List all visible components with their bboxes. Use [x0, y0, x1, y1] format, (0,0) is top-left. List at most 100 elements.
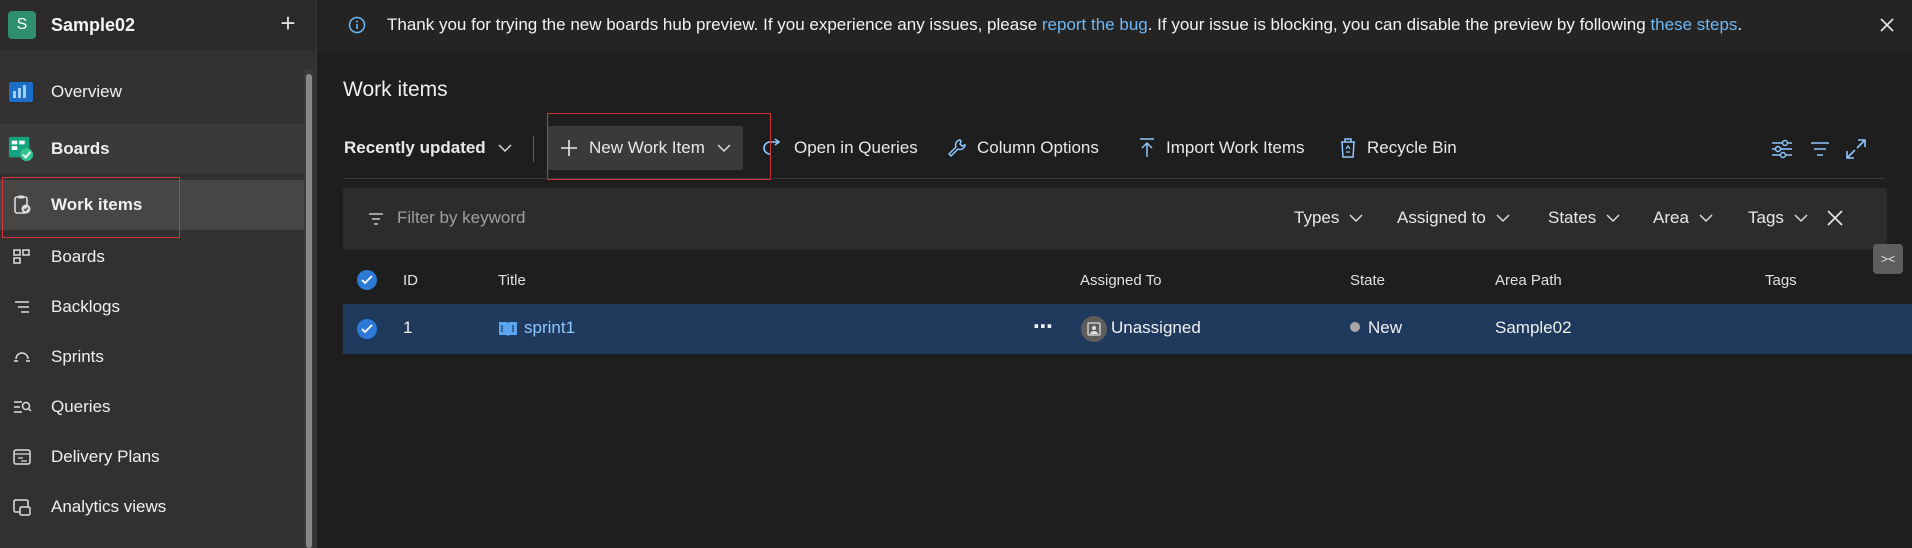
assigned-filter-label: Assigned to	[1397, 208, 1486, 227]
nav-sprints[interactable]: Sprints	[0, 332, 304, 382]
column-header-id[interactable]: ID	[403, 272, 418, 289]
import-icon	[1140, 138, 1154, 157]
these-steps-link[interactable]: these steps	[1650, 15, 1737, 34]
toolbar-divider	[533, 136, 534, 162]
column-header-state[interactable]: State	[1350, 272, 1385, 289]
wrench-icon	[947, 139, 966, 158]
view-selector[interactable]: Recently updated	[344, 126, 512, 170]
preview-banner: Thank you for trying the new boards hub …	[318, 0, 1912, 52]
open-in-queries-button[interactable]: Open in Queries	[762, 126, 918, 170]
column-options-label: Column Options	[977, 138, 1099, 157]
table-row[interactable]: 1 sprint1 ⋯ Unassigned New Sample02	[343, 304, 1912, 354]
import-work-items-button[interactable]: Import Work Items	[1138, 126, 1305, 170]
nav-analytics-views-label: Analytics views	[51, 497, 167, 516]
overview-icon	[8, 79, 34, 105]
project-header[interactable]: S Sample02	[0, 0, 316, 50]
work-item-title-link[interactable]: sprint1	[524, 318, 575, 338]
nav-delivery-plans[interactable]: Delivery Plans	[0, 432, 304, 482]
column-header-tags[interactable]: Tags	[1765, 272, 1797, 289]
state-dot	[1350, 322, 1360, 332]
column-header-assigned-to[interactable]: Assigned To	[1080, 272, 1161, 289]
nav-delivery-plans-label: Delivery Plans	[51, 447, 160, 466]
recycle-bin-button[interactable]: Recycle Bin	[1339, 126, 1457, 170]
clear-filters-icon[interactable]	[1825, 208, 1845, 228]
nav-overview[interactable]: Overview	[0, 67, 304, 117]
row-id: 1	[403, 318, 413, 337]
left-navigation: S Sample02 + Overview Boards Work items …	[0, 0, 317, 548]
plus-icon	[561, 140, 577, 156]
backlogs-icon	[12, 297, 32, 317]
banner-text-2: . If your issue is blocking, you can dis…	[1147, 15, 1651, 34]
tags-filter-dropdown[interactable]: Tags	[1748, 208, 1808, 228]
row-checkbox[interactable]	[357, 319, 377, 339]
filter-icon[interactable]	[1807, 136, 1833, 162]
expand-icon[interactable]	[1843, 136, 1869, 162]
checkmark-icon	[361, 324, 373, 334]
open-queries-icon	[763, 138, 781, 155]
banner-text-3: .	[1737, 15, 1743, 34]
assigned-to-filter-dropdown[interactable]: Assigned to	[1397, 208, 1510, 228]
nav-backlogs[interactable]: Backlogs	[0, 282, 304, 332]
import-work-items-label: Import Work Items	[1166, 138, 1305, 157]
new-work-item-button[interactable]: New Work Item	[547, 126, 743, 170]
toolbar: Recently updated New Work Item Open in Q…	[343, 126, 1893, 170]
project-avatar: S	[8, 11, 36, 39]
open-in-queries-label: Open in Queries	[794, 138, 918, 157]
chevron-down-icon	[498, 144, 512, 153]
row-state: New	[1350, 318, 1402, 338]
banner-message: Thank you for trying the new boards hub …	[387, 15, 1742, 35]
select-all-checkbox[interactable]	[357, 270, 377, 290]
info-icon	[348, 16, 366, 34]
column-options-button[interactable]: Column Options	[947, 126, 1099, 170]
analytics-views-icon	[12, 497, 32, 517]
boards-hub-icon	[8, 136, 34, 162]
types-filter-dropdown[interactable]: Types	[1294, 208, 1363, 228]
states-filter-label: States	[1548, 208, 1597, 227]
filter-bar: Types Assigned to States Area Tags	[343, 188, 1887, 250]
nav-work-items[interactable]: Work items	[0, 180, 304, 230]
recycle-bin-icon	[1341, 138, 1355, 158]
states-filter-dropdown[interactable]: States	[1548, 208, 1620, 228]
chevron-down-icon	[1699, 214, 1713, 223]
column-header-area-path[interactable]: Area Path	[1495, 272, 1562, 289]
plus-icon[interactable]: +	[278, 10, 298, 38]
nav-backlogs-label: Backlogs	[51, 297, 120, 316]
view-selector-label: Recently updated	[344, 138, 486, 157]
scrollbar-thumb[interactable]	[306, 74, 312, 548]
area-filter-label: Area	[1653, 208, 1689, 227]
nav-boards-hub-label: Boards	[51, 139, 110, 158]
nav-boards-hub[interactable]: Boards	[0, 124, 304, 174]
row-state-label: New	[1368, 318, 1403, 337]
checkmark-icon	[361, 275, 373, 285]
page-title: Work items	[343, 78, 448, 101]
filter-icon	[369, 213, 383, 225]
area-filter-dropdown[interactable]: Area	[1653, 208, 1713, 228]
nav-analytics-views[interactable]: Analytics views	[0, 482, 304, 532]
column-header-title[interactable]: Title	[498, 272, 526, 289]
more-actions-icon[interactable]: ⋯	[1033, 314, 1054, 339]
nav-queries[interactable]: Queries	[0, 382, 304, 432]
chevron-down-icon	[1349, 214, 1363, 223]
chevron-down-icon	[1606, 214, 1620, 223]
project-name: Sample02	[51, 14, 136, 35]
view-options-icon[interactable]	[1769, 136, 1795, 162]
queries-icon	[12, 397, 32, 417]
types-filter-label: Types	[1294, 208, 1340, 227]
row-area-path: Sample02	[1495, 318, 1572, 337]
keyword-filter-input[interactable]	[397, 208, 797, 228]
chevron-down-icon	[1496, 214, 1510, 223]
close-icon[interactable]	[1876, 14, 1898, 36]
nav-overview-label: Overview	[51, 82, 122, 101]
nav-work-items-label: Work items	[51, 195, 143, 214]
sprints-icon	[12, 347, 32, 367]
nav-boards[interactable]: Boards	[0, 232, 304, 282]
chevron-down-icon	[717, 144, 731, 153]
sidebar-scrollbar[interactable]	[304, 70, 314, 548]
person-icon	[1087, 322, 1101, 336]
banner-text: Thank you for trying the new boards hub …	[387, 15, 1042, 34]
nav-sprints-label: Sprints	[51, 347, 104, 366]
row-assigned-to: Unassigned	[1111, 318, 1201, 337]
work-items-icon	[12, 195, 32, 215]
report-bug-link[interactable]: report the bug	[1042, 15, 1148, 34]
nav-boards-label: Boards	[51, 247, 105, 266]
